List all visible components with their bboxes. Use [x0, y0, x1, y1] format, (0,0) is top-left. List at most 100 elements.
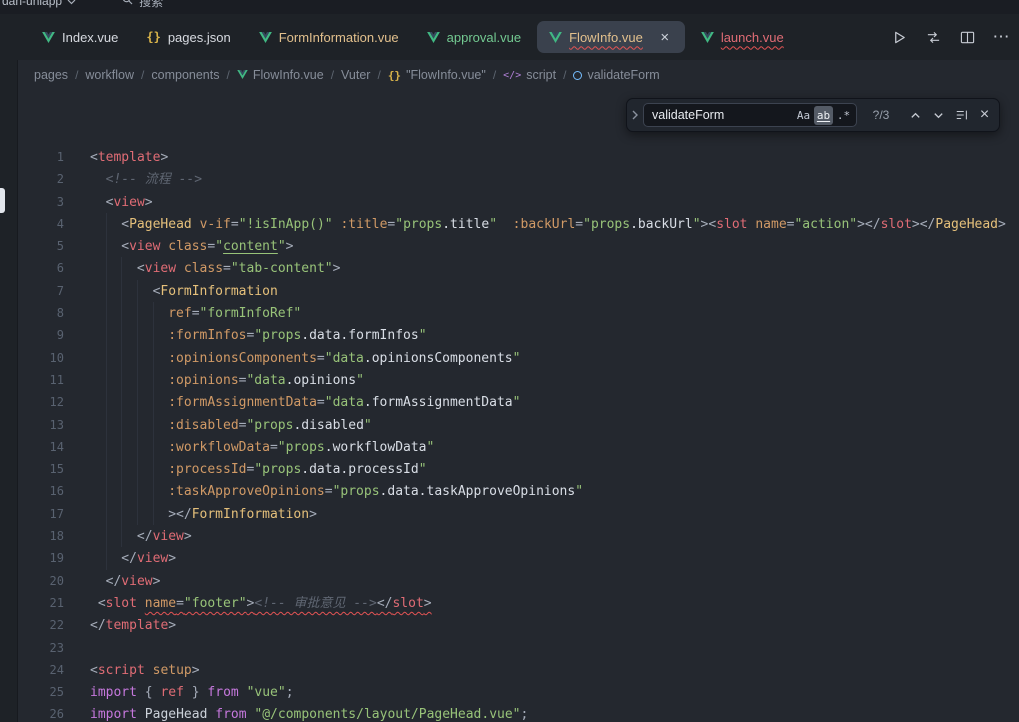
script-symbol-icon: </>: [503, 70, 521, 81]
close-tab-icon[interactable]: ×: [657, 29, 673, 45]
breadcrumb-item-script[interactable]: </>script: [503, 68, 556, 82]
line-number[interactable]: 20: [18, 570, 64, 592]
find-next-button[interactable]: [928, 105, 949, 126]
code-line[interactable]: 10:opinionsComponents="data.opinionsComp…: [18, 347, 1019, 369]
breadcrumb-item-validateForm[interactable]: validateForm: [573, 68, 659, 82]
line-number[interactable]: 1: [18, 146, 64, 168]
line-number[interactable]: 23: [18, 637, 64, 659]
project-name-menu[interactable]: dan-uniapp: [2, 0, 76, 8]
code-line[interactable]: 19</view>: [18, 547, 1019, 569]
line-number[interactable]: 15: [18, 458, 64, 480]
code-line[interactable]: 12:formAssignmentData="data.formAssignme…: [18, 391, 1019, 413]
code-line[interactable]: 25import { ref } from "vue";: [18, 681, 1019, 703]
line-number[interactable]: 24: [18, 659, 64, 681]
line-number[interactable]: 17: [18, 503, 64, 525]
line-number[interactable]: 8: [18, 302, 64, 324]
line-number[interactable]: 9: [18, 324, 64, 346]
code-line[interactable]: 24<script setup>: [18, 659, 1019, 681]
code-token: slot: [716, 217, 747, 232]
find-input[interactable]: validateForm Aa ab .*: [643, 103, 857, 127]
line-number[interactable]: 13: [18, 414, 64, 436]
whole-word-button[interactable]: ab: [814, 106, 833, 125]
code-line[interactable]: 4<PageHead v-if="!isInApp()" :title="pro…: [18, 213, 1019, 235]
code-line[interactable]: 5<view class="content">: [18, 235, 1019, 257]
find-in-selection-button[interactable]: [951, 105, 972, 126]
line-number[interactable]: 7: [18, 280, 64, 302]
line-number[interactable]: 25: [18, 681, 64, 703]
code-line[interactable]: 21<slot name="footer"><!-- 审批意见 --></slo…: [18, 592, 1019, 614]
line-number[interactable]: 2: [18, 168, 64, 190]
find-close-button[interactable]: ×: [974, 105, 995, 126]
split-editor-icon[interactable]: [957, 27, 977, 47]
find-previous-button[interactable]: [905, 105, 926, 126]
code-line[interactable]: 3<view>: [18, 191, 1019, 213]
line-number[interactable]: 19: [18, 547, 64, 569]
code-line[interactable]: 13:disabled="props.disabled": [18, 414, 1019, 436]
code-line[interactable]: 20</view>: [18, 570, 1019, 592]
breadcrumb-item-components[interactable]: components: [151, 68, 219, 82]
match-case-button[interactable]: Aa: [794, 106, 813, 125]
code-token: "tab-content": [231, 261, 333, 276]
line-number[interactable]: 5: [18, 235, 64, 257]
breadcrumb-item-FlowInfo.vue[interactable]: {}"FlowInfo.vue": [388, 68, 486, 82]
code-line[interactable]: 11:opinions="data.opinions": [18, 369, 1019, 391]
breadcrumb-item-FlowInfo.vue[interactable]: FlowInfo.vue: [237, 68, 324, 82]
run-button[interactable]: [889, 27, 909, 47]
indent-guide: [106, 347, 122, 369]
line-number[interactable]: 26: [18, 703, 64, 722]
code-token: =: [192, 306, 200, 321]
code-line[interactable]: 7<FormInformation: [18, 280, 1019, 302]
line-number[interactable]: 16: [18, 480, 64, 502]
indent-guide: [121, 458, 137, 480]
tab-launch.vue[interactable]: launch.vue: [689, 21, 796, 53]
breadcrumb-item-pages[interactable]: pages: [34, 68, 68, 82]
code-line[interactable]: 9:formInfos="props.data.formInfos": [18, 324, 1019, 346]
line-number[interactable]: 11: [18, 369, 64, 391]
code-line[interactable]: 23: [18, 637, 1019, 659]
code-line[interactable]: 16:taskApproveOpinions="props.data.taskA…: [18, 480, 1019, 502]
code-line[interactable]: 15:processId="props.data.processId": [18, 458, 1019, 480]
tab-label: pages.json: [168, 30, 231, 45]
code-line[interactable]: 6<view class="tab-content">: [18, 257, 1019, 279]
code-line[interactable]: 26import PageHead from "@/components/lay…: [18, 703, 1019, 722]
indent-guide: [153, 436, 169, 458]
tab-approval.vue[interactable]: approval.vue: [415, 21, 533, 53]
code-line[interactable]: 22</template>: [18, 614, 1019, 636]
sidebar-drag-handle[interactable]: [0, 188, 5, 213]
breadcrumb-item-workflow[interactable]: workflow: [85, 68, 134, 82]
indent-guide: [121, 369, 137, 391]
indent-guide: [137, 302, 153, 324]
regex-button[interactable]: .*: [834, 106, 853, 125]
line-number[interactable]: 6: [18, 257, 64, 279]
code-line[interactable]: 17></FormInformation>: [18, 503, 1019, 525]
line-number[interactable]: 10: [18, 347, 64, 369]
line-number[interactable]: 12: [18, 391, 64, 413]
editor[interactable]: 1<template>2<!-- 流程 -->3<view>4<PageHead…: [18, 90, 1019, 722]
breadcrumb-separator: /: [331, 68, 334, 82]
line-number[interactable]: 18: [18, 525, 64, 547]
breadcrumb-item-Vuter[interactable]: Vuter: [341, 68, 370, 82]
tab-label: Index.vue: [62, 30, 118, 45]
line-number[interactable]: 21: [18, 592, 64, 614]
tab-FormInformation.vue[interactable]: FormInformation.vue: [247, 21, 411, 53]
code-line[interactable]: 14:workflowData="props.workflowData": [18, 436, 1019, 458]
code-line[interactable]: 1<template>: [18, 146, 1019, 168]
open-changes-icon[interactable]: [923, 27, 943, 47]
line-number[interactable]: 3: [18, 191, 64, 213]
tab-FlowInfo.vue[interactable]: FlowInfo.vue×: [537, 21, 685, 53]
code-token: >: [145, 195, 153, 210]
code-line[interactable]: 18</view>: [18, 525, 1019, 547]
more-actions-icon[interactable]: ⋯: [991, 27, 1011, 47]
global-search-button[interactable]: 搜索: [122, 0, 163, 10]
line-number[interactable]: 4: [18, 213, 64, 235]
line-number[interactable]: 22: [18, 614, 64, 636]
tab-Index.vue[interactable]: Index.vue: [30, 21, 130, 53]
code-token: "props: [254, 462, 301, 477]
code-token: >: [192, 663, 200, 678]
code-line[interactable]: 8ref="formInfoRef": [18, 302, 1019, 324]
line-number[interactable]: 14: [18, 436, 64, 458]
code-line[interactable]: 2<!-- 流程 -->: [18, 168, 1019, 190]
toggle-replace-button[interactable]: [627, 99, 643, 131]
tab-pages.json[interactable]: {}pages.json: [134, 21, 242, 53]
indent-guide: [90, 168, 106, 190]
